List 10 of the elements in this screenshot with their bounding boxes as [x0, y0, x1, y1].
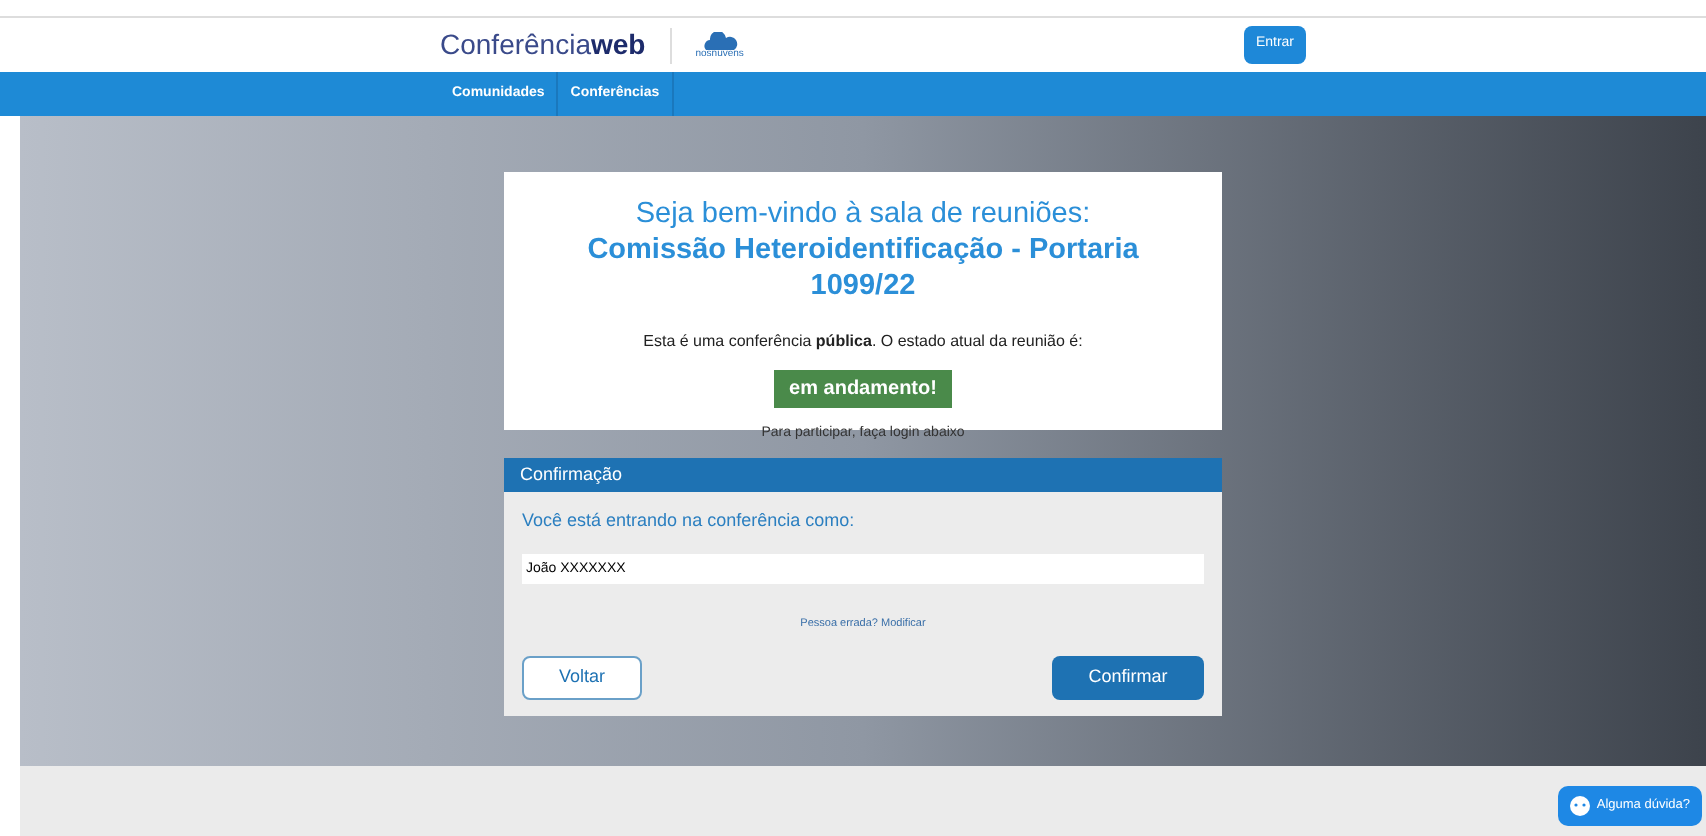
status-text: Esta é uma conferência pública. O estado atual da reunião é:	[643, 330, 1083, 354]
prompt-text: Você está entrando na conferência como:	[522, 508, 857, 534]
chat-icon	[1570, 796, 1591, 816]
back-button[interactable]: Voltar	[522, 655, 642, 699]
welcome-title: Seja bem-vindo à sala de reuniões: Comissão Heteroidentificação - Portaria 1099/22	[585, 196, 1141, 304]
status-badge: em andamento!	[773, 370, 953, 408]
cloud-icon	[701, 31, 738, 49]
confirm-button[interactable]: Confirmar	[1052, 655, 1204, 699]
logo-text: Conferênciaweb	[440, 26, 646, 64]
panel-title: Confirmação	[504, 458, 1222, 492]
